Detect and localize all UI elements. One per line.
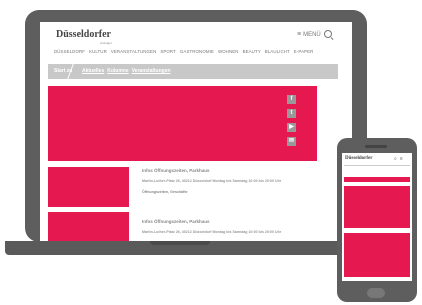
hero-image[interactable] [48, 86, 317, 161]
site-logo[interactable]: Düsseldorfer [56, 29, 111, 40]
site-logo-subtitle: Anzeiger [100, 41, 112, 45]
breadcrumb: Start zu Aktuelles Kolumne Veranstaltung… [48, 64, 338, 79]
breadcrumb-link[interactable]: Kolumne [107, 68, 128, 74]
menu-label: MENÜ [303, 31, 321, 38]
nav-item[interactable]: VERANSTALTUNGEN [111, 49, 157, 54]
teaser-caption: Öffnungszeiten, Geschäfte [142, 190, 188, 194]
phone-hero-image[interactable] [344, 186, 410, 228]
teaser-image[interactable] [48, 212, 129, 242]
phone-banner[interactable] [344, 177, 410, 182]
facebook-icon[interactable]: f [287, 95, 296, 104]
menu-button[interactable]: ≡ MENÜ [297, 31, 321, 38]
teaser-address: Martin-Luther-Platz 26, 40212 Düsseldorf… [142, 230, 282, 234]
phone-teaser-image[interactable] [344, 233, 410, 277]
breadcrumb-link[interactable]: Aktuelles [82, 68, 104, 74]
phone-speaker [365, 145, 387, 148]
laptop-screen: Düsseldorfer Anzeiger ≡ MENÜ DÜSSELDORF … [40, 22, 352, 242]
menu-icon[interactable]: ≡ [400, 156, 403, 162]
teaser-image[interactable] [48, 167, 129, 207]
phone-home-button[interactable] [367, 288, 385, 298]
teaser-title[interactable]: Infos Öffnungszeiten, Parkhaus [142, 219, 210, 224]
teaser-title[interactable]: Infos Öffnungszeiten, Parkhaus [142, 168, 210, 173]
nav-item[interactable]: DÜSSELDORF [54, 49, 85, 54]
breadcrumb-link[interactable]: Veranstaltungen [132, 68, 171, 74]
main-nav: DÜSSELDORF KULTUR VERANSTALTUNGEN SPORT … [54, 49, 344, 54]
phone-site-logo[interactable]: Düsseldorfer [345, 156, 373, 161]
laptop-notch [150, 241, 210, 245]
nav-item[interactable]: GASTRONOMIE [180, 49, 214, 54]
youtube-icon[interactable]: ▶ [287, 123, 296, 132]
phone-screen: Düsseldorfer ⌕ ≡ [342, 153, 412, 281]
nav-item[interactable]: WOHNEN [218, 49, 239, 54]
phone-header-divider [344, 165, 410, 166]
nav-item[interactable]: E-PAPER [294, 49, 314, 54]
search-icon[interactable]: ⌕ [394, 156, 397, 162]
twitter-icon[interactable]: t [287, 109, 296, 118]
search-icon[interactable] [324, 30, 332, 38]
mail-icon[interactable]: ✉ [287, 137, 296, 146]
nav-item[interactable]: KULTUR [89, 49, 107, 54]
hamburger-icon: ≡ [297, 31, 302, 38]
social-share-bar: f t ▶ ✉ [287, 95, 296, 146]
nav-item[interactable]: SPORT [160, 49, 176, 54]
breadcrumb-separator [67, 64, 82, 79]
nav-item[interactable]: BEAUTY [243, 49, 261, 54]
nav-item[interactable]: BLAULICHT [265, 49, 290, 54]
teaser-address: Martin-Luther-Platz 26, 40212 Düsseldorf… [142, 179, 282, 183]
